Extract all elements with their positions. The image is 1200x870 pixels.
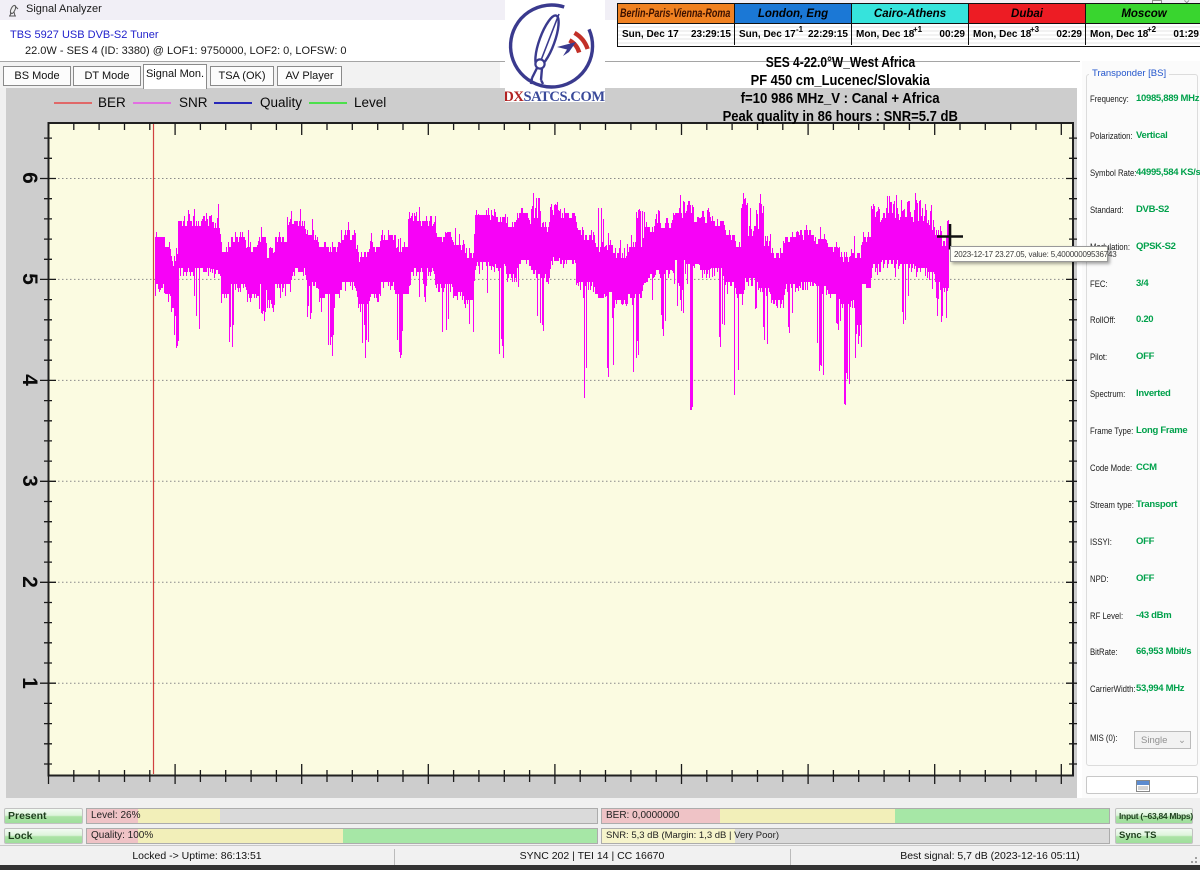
svg-text:DXSATCS.COM: DXSATCS.COM	[505, 89, 605, 102]
